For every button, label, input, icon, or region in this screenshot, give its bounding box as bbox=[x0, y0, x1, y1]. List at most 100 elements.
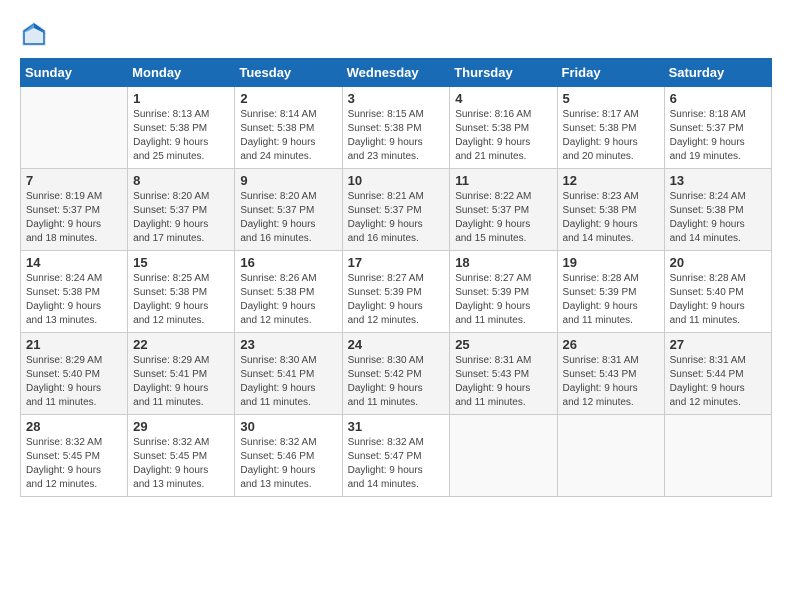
day-number: 18 bbox=[455, 255, 551, 270]
calendar-week-row: 21 Sunrise: 8:29 AM Sunset: 5:40 PM Dayli… bbox=[21, 333, 772, 415]
day-info: Sunrise: 8:15 AM Sunset: 5:38 PM Dayligh… bbox=[348, 108, 445, 164]
calendar-day-cell: 26Sunrise: 8:31 AM Sunset: 5:43 PM Dayli… bbox=[557, 333, 664, 415]
calendar: SundayMondayTuesdayWednesdayThursdayFrid… bbox=[20, 58, 772, 497]
day-number: 24 bbox=[348, 337, 445, 352]
calendar-day-cell bbox=[450, 415, 557, 497]
day-number: 20 bbox=[670, 255, 766, 270]
day-number: 10 bbox=[348, 173, 445, 188]
page-header bbox=[20, 20, 772, 48]
day-info: Sunrise: 8:14 AM Sunset: 5:38 PM Dayligh… bbox=[240, 108, 336, 164]
day-info: Sunrise: 8:23 AM Sunset: 5:38 PM Dayligh… bbox=[563, 190, 659, 246]
calendar-day-cell: 15 Sunrise: 8:25 AM Sunset: 5:38 PM Dayli… bbox=[128, 251, 235, 333]
day-number: 17 bbox=[348, 255, 445, 270]
calendar-day-cell: 3 Sunrise: 8:15 AM Sunset: 5:38 PM Daylig… bbox=[342, 87, 450, 169]
calendar-header-row: SundayMondayTuesdayWednesdayThursdayFrid… bbox=[21, 59, 772, 87]
day-info: Sunrise: 8:20 AM Sunset: 5:37 PM Dayligh… bbox=[133, 190, 229, 246]
calendar-day-cell: 1Sunrise: 8:13 AM Sunset: 5:38 PM Daylig… bbox=[128, 87, 235, 169]
day-info: Sunrise: 8:26 AM Sunset: 5:38 PM Dayligh… bbox=[240, 272, 336, 328]
day-info: Sunrise: 8:32 AM Sunset: 5:46 PM Dayligh… bbox=[240, 436, 336, 492]
day-info: Sunrise: 8:27 AM Sunset: 5:39 PM Dayligh… bbox=[455, 272, 551, 328]
day-info: Sunrise: 8:32 AM Sunset: 5:45 PM Dayligh… bbox=[26, 436, 122, 492]
day-number: 27 bbox=[670, 337, 766, 352]
day-number: 12 bbox=[563, 173, 659, 188]
day-number: 13 bbox=[670, 173, 766, 188]
day-number: 19 bbox=[563, 255, 659, 270]
calendar-week-row: 14 Sunrise: 8:24 AM Sunset: 5:38 PM Dayli… bbox=[21, 251, 772, 333]
day-number: 26 bbox=[563, 337, 659, 352]
calendar-day-cell: 19 Sunrise: 8:28 AM Sunset: 5:39 PM Dayli… bbox=[557, 251, 664, 333]
day-of-week-header: Monday bbox=[128, 59, 235, 87]
day-number: 6 bbox=[670, 91, 766, 106]
calendar-day-cell: 31Sunrise: 8:32 AM Sunset: 5:47 PM Dayli… bbox=[342, 415, 450, 497]
calendar-day-cell: 2Sunrise: 8:14 AM Sunset: 5:38 PM Daylig… bbox=[235, 87, 342, 169]
day-of-week-header: Wednesday bbox=[342, 59, 450, 87]
day-number: 31 bbox=[348, 419, 445, 434]
day-number: 4 bbox=[455, 91, 551, 106]
day-info: Sunrise: 8:20 AM Sunset: 5:37 PM Dayligh… bbox=[240, 190, 336, 246]
day-of-week-header: Sunday bbox=[21, 59, 128, 87]
calendar-day-cell: 9 Sunrise: 8:20 AM Sunset: 5:37 PM Daylig… bbox=[235, 169, 342, 251]
calendar-day-cell: 6 Sunrise: 8:18 AM Sunset: 5:37 PM Daylig… bbox=[664, 87, 771, 169]
calendar-day-cell: 28 Sunrise: 8:32 AM Sunset: 5:45 PM Dayli… bbox=[21, 415, 128, 497]
calendar-day-cell: 21 Sunrise: 8:29 AM Sunset: 5:40 PM Dayli… bbox=[21, 333, 128, 415]
day-info: Sunrise: 8:19 AM Sunset: 5:37 PM Dayligh… bbox=[26, 190, 122, 246]
day-info: Sunrise: 8:30 AM Sunset: 5:41 PM Dayligh… bbox=[240, 354, 336, 410]
day-number: 29 bbox=[133, 419, 229, 434]
calendar-day-cell bbox=[21, 87, 128, 169]
calendar-day-cell: 10 Sunrise: 8:21 AM Sunset: 5:37 PM Dayli… bbox=[342, 169, 450, 251]
day-info: Sunrise: 8:32 AM Sunset: 5:45 PM Dayligh… bbox=[133, 436, 229, 492]
calendar-day-cell: 13Sunrise: 8:24 AM Sunset: 5:38 PM Dayli… bbox=[664, 169, 771, 251]
day-number: 7 bbox=[26, 173, 122, 188]
day-number: 16 bbox=[240, 255, 336, 270]
calendar-day-cell: 11 Sunrise: 8:22 AM Sunset: 5:37 PM Dayli… bbox=[450, 169, 557, 251]
day-info: Sunrise: 8:27 AM Sunset: 5:39 PM Dayligh… bbox=[348, 272, 445, 328]
day-of-week-header: Tuesday bbox=[235, 59, 342, 87]
logo bbox=[20, 20, 52, 48]
calendar-day-cell: 27 Sunrise: 8:31 AM Sunset: 5:44 PM Dayli… bbox=[664, 333, 771, 415]
day-number: 28 bbox=[26, 419, 122, 434]
calendar-day-cell: 17 Sunrise: 8:27 AM Sunset: 5:39 PM Dayli… bbox=[342, 251, 450, 333]
calendar-week-row: 1Sunrise: 8:13 AM Sunset: 5:38 PM Daylig… bbox=[21, 87, 772, 169]
day-info: Sunrise: 8:31 AM Sunset: 5:44 PM Dayligh… bbox=[670, 354, 766, 410]
calendar-day-cell: 30Sunrise: 8:32 AM Sunset: 5:46 PM Dayli… bbox=[235, 415, 342, 497]
day-of-week-header: Saturday bbox=[664, 59, 771, 87]
calendar-day-cell: 14 Sunrise: 8:24 AM Sunset: 5:38 PM Dayli… bbox=[21, 251, 128, 333]
day-number: 1 bbox=[133, 91, 229, 106]
day-info: Sunrise: 8:28 AM Sunset: 5:39 PM Dayligh… bbox=[563, 272, 659, 328]
day-number: 9 bbox=[240, 173, 336, 188]
calendar-day-cell bbox=[557, 415, 664, 497]
calendar-day-cell: 24Sunrise: 8:30 AM Sunset: 5:42 PM Dayli… bbox=[342, 333, 450, 415]
day-info: Sunrise: 8:29 AM Sunset: 5:41 PM Dayligh… bbox=[133, 354, 229, 410]
day-number: 25 bbox=[455, 337, 551, 352]
calendar-day-cell: 23Sunrise: 8:30 AM Sunset: 5:41 PM Dayli… bbox=[235, 333, 342, 415]
day-number: 5 bbox=[563, 91, 659, 106]
day-info: Sunrise: 8:16 AM Sunset: 5:38 PM Dayligh… bbox=[455, 108, 551, 164]
calendar-day-cell: 20 Sunrise: 8:28 AM Sunset: 5:40 PM Dayli… bbox=[664, 251, 771, 333]
day-info: Sunrise: 8:25 AM Sunset: 5:38 PM Dayligh… bbox=[133, 272, 229, 328]
day-info: Sunrise: 8:29 AM Sunset: 5:40 PM Dayligh… bbox=[26, 354, 122, 410]
calendar-day-cell: 5 Sunrise: 8:17 AM Sunset: 5:38 PM Daylig… bbox=[557, 87, 664, 169]
day-number: 21 bbox=[26, 337, 122, 352]
day-info: Sunrise: 8:24 AM Sunset: 5:38 PM Dayligh… bbox=[26, 272, 122, 328]
day-info: Sunrise: 8:28 AM Sunset: 5:40 PM Dayligh… bbox=[670, 272, 766, 328]
day-info: Sunrise: 8:18 AM Sunset: 5:37 PM Dayligh… bbox=[670, 108, 766, 164]
calendar-day-cell: 29 Sunrise: 8:32 AM Sunset: 5:45 PM Dayli… bbox=[128, 415, 235, 497]
day-number: 15 bbox=[133, 255, 229, 270]
day-of-week-header: Thursday bbox=[450, 59, 557, 87]
day-number: 11 bbox=[455, 173, 551, 188]
day-info: Sunrise: 8:21 AM Sunset: 5:37 PM Dayligh… bbox=[348, 190, 445, 246]
day-info: Sunrise: 8:17 AM Sunset: 5:38 PM Dayligh… bbox=[563, 108, 659, 164]
calendar-day-cell: 22Sunrise: 8:29 AM Sunset: 5:41 PM Dayli… bbox=[128, 333, 235, 415]
day-number: 3 bbox=[348, 91, 445, 106]
calendar-week-row: 7 Sunrise: 8:19 AM Sunset: 5:37 PM Daylig… bbox=[21, 169, 772, 251]
day-info: Sunrise: 8:31 AM Sunset: 5:43 PM Dayligh… bbox=[455, 354, 551, 410]
day-number: 14 bbox=[26, 255, 122, 270]
calendar-day-cell: 4 Sunrise: 8:16 AM Sunset: 5:38 PM Daylig… bbox=[450, 87, 557, 169]
calendar-day-cell: 12 Sunrise: 8:23 AM Sunset: 5:38 PM Dayli… bbox=[557, 169, 664, 251]
calendar-day-cell: 8 Sunrise: 8:20 AM Sunset: 5:37 PM Daylig… bbox=[128, 169, 235, 251]
calendar-day-cell: 7 Sunrise: 8:19 AM Sunset: 5:37 PM Daylig… bbox=[21, 169, 128, 251]
calendar-day-cell bbox=[664, 415, 771, 497]
day-number: 8 bbox=[133, 173, 229, 188]
calendar-day-cell: 16 Sunrise: 8:26 AM Sunset: 5:38 PM Dayli… bbox=[235, 251, 342, 333]
day-info: Sunrise: 8:22 AM Sunset: 5:37 PM Dayligh… bbox=[455, 190, 551, 246]
